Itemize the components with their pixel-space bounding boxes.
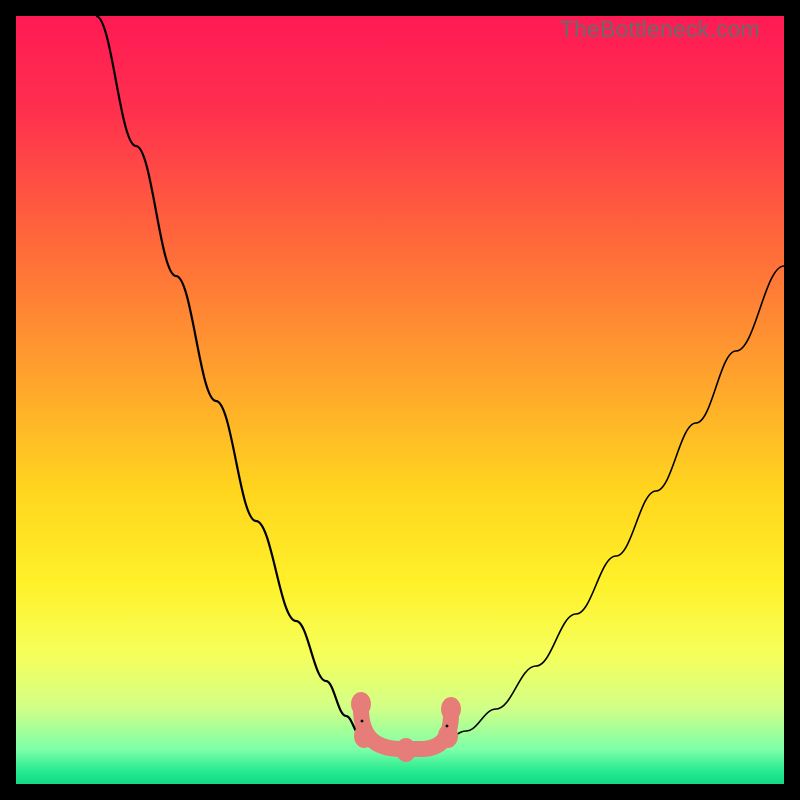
watermark-text: TheBottleneck.com bbox=[560, 16, 760, 43]
gradient-background bbox=[16, 16, 784, 784]
chart-canvas bbox=[16, 16, 784, 784]
chart-frame: TheBottleneck.com bbox=[16, 16, 784, 784]
